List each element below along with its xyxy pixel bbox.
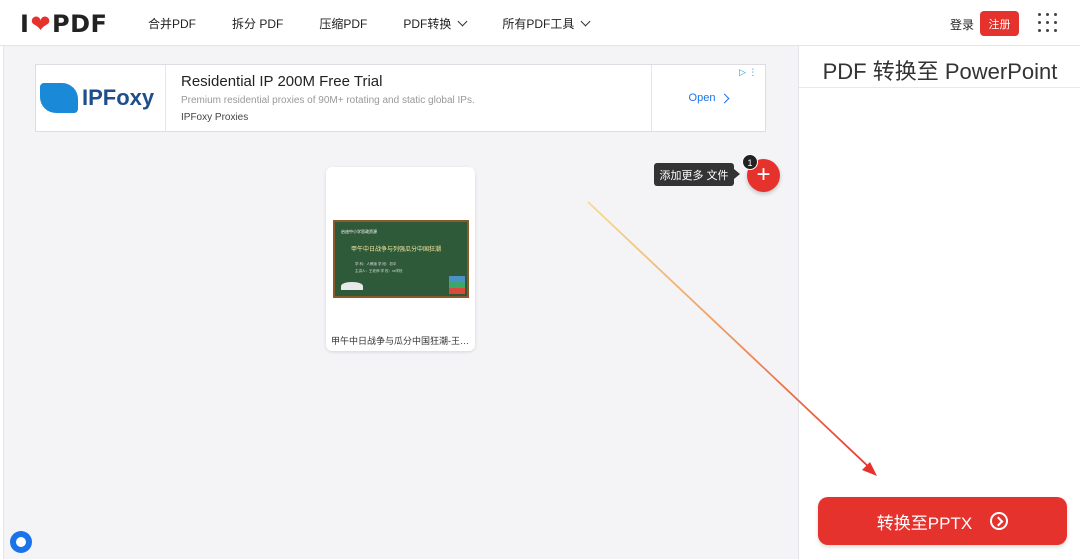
ipfoxy-bird-icon <box>40 83 78 113</box>
file-thumbnail: 启迪中小学思政资源 甲午中日战争与列强瓜分中国狂潮 学 科：人教版 学 段：初中… <box>333 220 469 298</box>
ad-source: IPFoxy Proxies <box>181 112 249 123</box>
ad-banner[interactable]: IPFoxy Residential IP 200M Free Trial Pr… <box>35 64 766 132</box>
login-link[interactable]: 登录 <box>950 16 974 33</box>
tool-title: PDF 转换至 PowerPoint <box>822 59 1058 84</box>
file-name: 甲午中日战争与瓜分中国狂潮-王… <box>331 336 469 346</box>
main-nav: 合并PDF 拆分 PDF 压缩PDF PDF转换 所有PDF工具 <box>148 0 625 46</box>
nav-merge-pdf[interactable]: 合并PDF <box>148 15 196 32</box>
nav-convert-pdf[interactable]: PDF转换 <box>403 15 468 32</box>
chat-bubble-icon[interactable] <box>10 531 32 553</box>
ad-open-button[interactable]: Open <box>651 65 765 131</box>
signup-button[interactable]: 注册 <box>980 11 1019 36</box>
ilovepdf-logo[interactable]: I ❤ PDF <box>20 10 107 38</box>
chevron-right-icon <box>720 93 730 103</box>
book-icon <box>341 282 363 290</box>
tool-sidebar: PDF 转换至 PowerPoint 转换至PPTX <box>798 46 1080 559</box>
chevron-down-icon <box>580 16 591 26</box>
nav-split-pdf[interactable]: 拆分 PDF <box>232 15 283 32</box>
ad-description: Premium residential proxies of 90M+ rota… <box>181 95 475 106</box>
ad-logo: IPFoxy <box>36 65 166 131</box>
chevron-down-icon <box>457 16 468 26</box>
add-more-tooltip: 添加更多 文件 <box>654 163 740 186</box>
convert-button[interactable]: 转换至PPTX <box>818 497 1067 545</box>
apps-grid-icon[interactable] <box>1038 13 1058 33</box>
nav-all-tools[interactable]: 所有PDF工具 <box>502 15 591 32</box>
arrow-circle-right-icon <box>990 512 1009 530</box>
nav-compress-pdf[interactable]: 压缩PDF <box>319 15 367 32</box>
top-header: I ❤ PDF 合并PDF 拆分 PDF 压缩PDF PDF转换 所有PDF工具 登… <box>0 0 1080 46</box>
left-edge <box>0 46 4 559</box>
file-count-badge: 1 <box>742 154 758 170</box>
divider <box>799 87 1080 88</box>
books-stack-icon <box>449 276 465 294</box>
heart-icon: ❤ <box>30 10 52 38</box>
file-card[interactable]: 启迪中小学思政资源 甲午中日战争与列强瓜分中国狂潮 学 科：人教版 学 段：初中… <box>326 167 475 351</box>
ad-title[interactable]: Residential IP 200M Free Trial <box>181 73 382 90</box>
